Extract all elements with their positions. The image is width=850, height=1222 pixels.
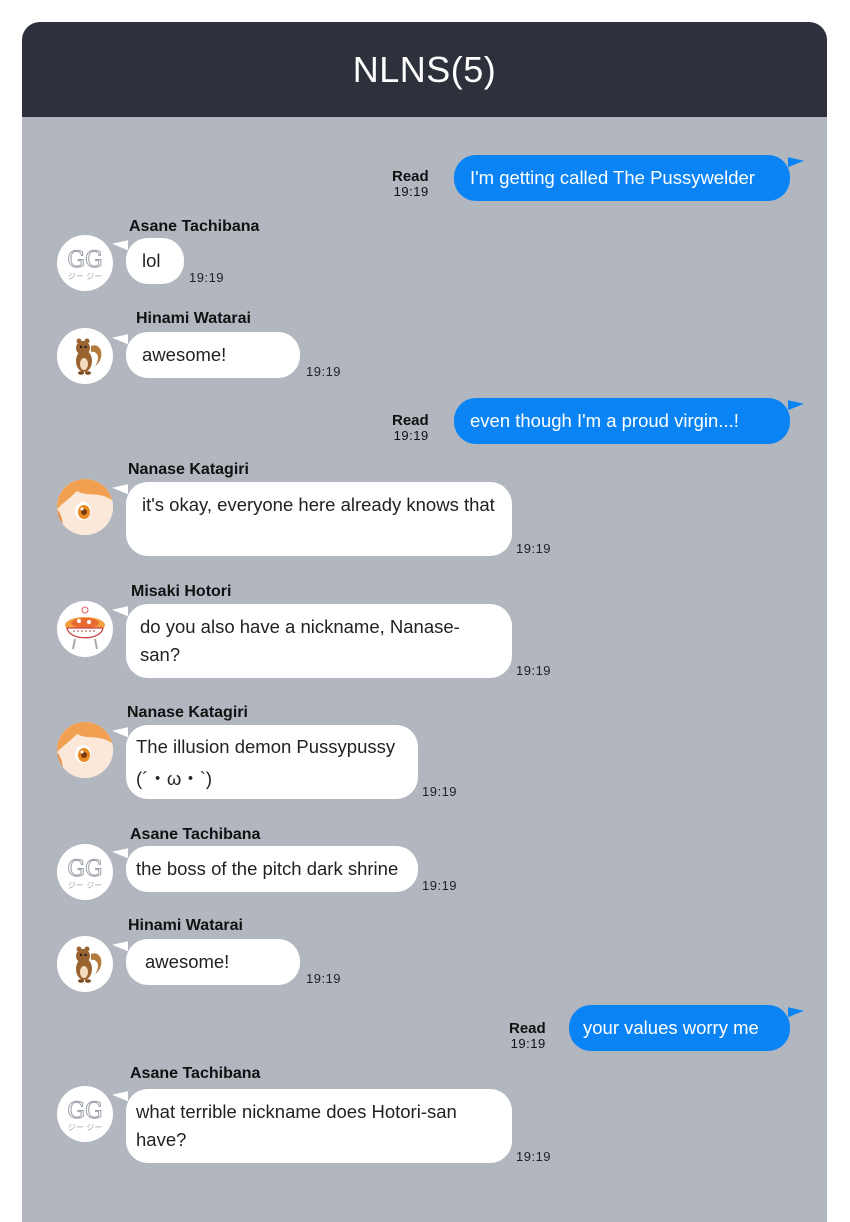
gg-logo-avatar[interactable]: GG ジー ジー — [57, 844, 113, 900]
outgoing-message-bubble[interactable]: your values worry me — [569, 1005, 790, 1051]
read-receipt: Read 19:19 — [392, 168, 429, 199]
message-time: 19:19 — [189, 270, 225, 285]
sender-name: Hinami Watarai — [128, 917, 243, 934]
squirrel-icon — [76, 946, 102, 983]
food-bowl-icon — [65, 606, 105, 650]
gg-logo-icon: GG ジー ジー — [67, 1099, 103, 1133]
message-time: 19:19 — [422, 784, 458, 799]
incoming-message-bubble[interactable]: what terrible nickname does Hotori-san h… — [126, 1089, 512, 1163]
gg-logo-avatar[interactable]: GG ジー ジー — [57, 235, 113, 291]
incoming-message-bubble[interactable]: the boss of the pitch dark shrine — [126, 846, 418, 892]
svg-text:GG: GG — [67, 857, 102, 882]
gg-logo-icon: GG ジー ジー — [67, 248, 103, 282]
squirrel-icon — [76, 338, 102, 375]
message-time: 19:19 — [422, 878, 458, 893]
chat-title: NLNS(5) — [22, 22, 827, 117]
message-time: 19:19 — [516, 663, 552, 678]
message-time: 19:19 — [516, 1149, 552, 1164]
incoming-message-bubble[interactable]: The illusion demon Pussypussy (´・ω・`) — [126, 725, 418, 799]
sender-name: Nanase Katagiri — [128, 461, 249, 478]
incoming-message-bubble[interactable]: it's okay, everyone here already knows t… — [126, 482, 512, 556]
gg-logo-icon: GG ジー ジー — [67, 857, 103, 891]
svg-text:ジー ジー: ジー ジー — [68, 1123, 103, 1132]
read-receipt: Read 19:19 — [392, 412, 429, 443]
anime-girl-avatar[interactable] — [57, 479, 113, 535]
chat-window: NLNS(5) Read 19:19 I'm getting called Th… — [22, 22, 827, 1222]
sender-name: Asane Tachibana — [130, 826, 261, 843]
anime-girl-avatar[interactable] — [57, 722, 113, 778]
outgoing-message-bubble[interactable]: I'm getting called The Pussywelder — [454, 155, 790, 201]
svg-text:ジー ジー: ジー ジー — [68, 881, 103, 890]
svg-text:ジー ジー: ジー ジー — [68, 272, 103, 281]
squirrel-avatar[interactable] — [57, 936, 113, 992]
sender-name: Asane Tachibana — [129, 218, 260, 235]
svg-text:GG: GG — [67, 248, 102, 273]
incoming-message-bubble[interactable]: do you also have a nickname, Nanase-san? — [126, 604, 512, 678]
incoming-message-bubble[interactable]: lol — [126, 238, 184, 284]
incoming-message-bubble[interactable]: awesome! — [126, 939, 300, 985]
anime-girl-icon — [57, 479, 113, 535]
sender-name: Misaki Hotori — [131, 583, 232, 600]
incoming-message-bubble[interactable]: awesome! — [126, 332, 300, 378]
anime-girl-icon — [57, 722, 113, 778]
outgoing-message-bubble[interactable]: even though I'm a proud virgin...! — [454, 398, 790, 444]
svg-text:GG: GG — [67, 1099, 102, 1124]
read-receipt: Read 19:19 — [509, 1020, 546, 1051]
squirrel-avatar[interactable] — [57, 328, 113, 384]
sender-name: Asane Tachibana — [130, 1065, 261, 1082]
sender-name: Nanase Katagiri — [127, 704, 248, 721]
food-bowl-avatar[interactable] — [57, 601, 113, 657]
message-time: 19:19 — [306, 364, 342, 379]
message-time: 19:19 — [306, 971, 342, 986]
gg-logo-avatar[interactable]: GG ジー ジー — [57, 1086, 113, 1142]
message-time: 19:19 — [516, 541, 552, 556]
sender-name: Hinami Watarai — [136, 310, 251, 327]
